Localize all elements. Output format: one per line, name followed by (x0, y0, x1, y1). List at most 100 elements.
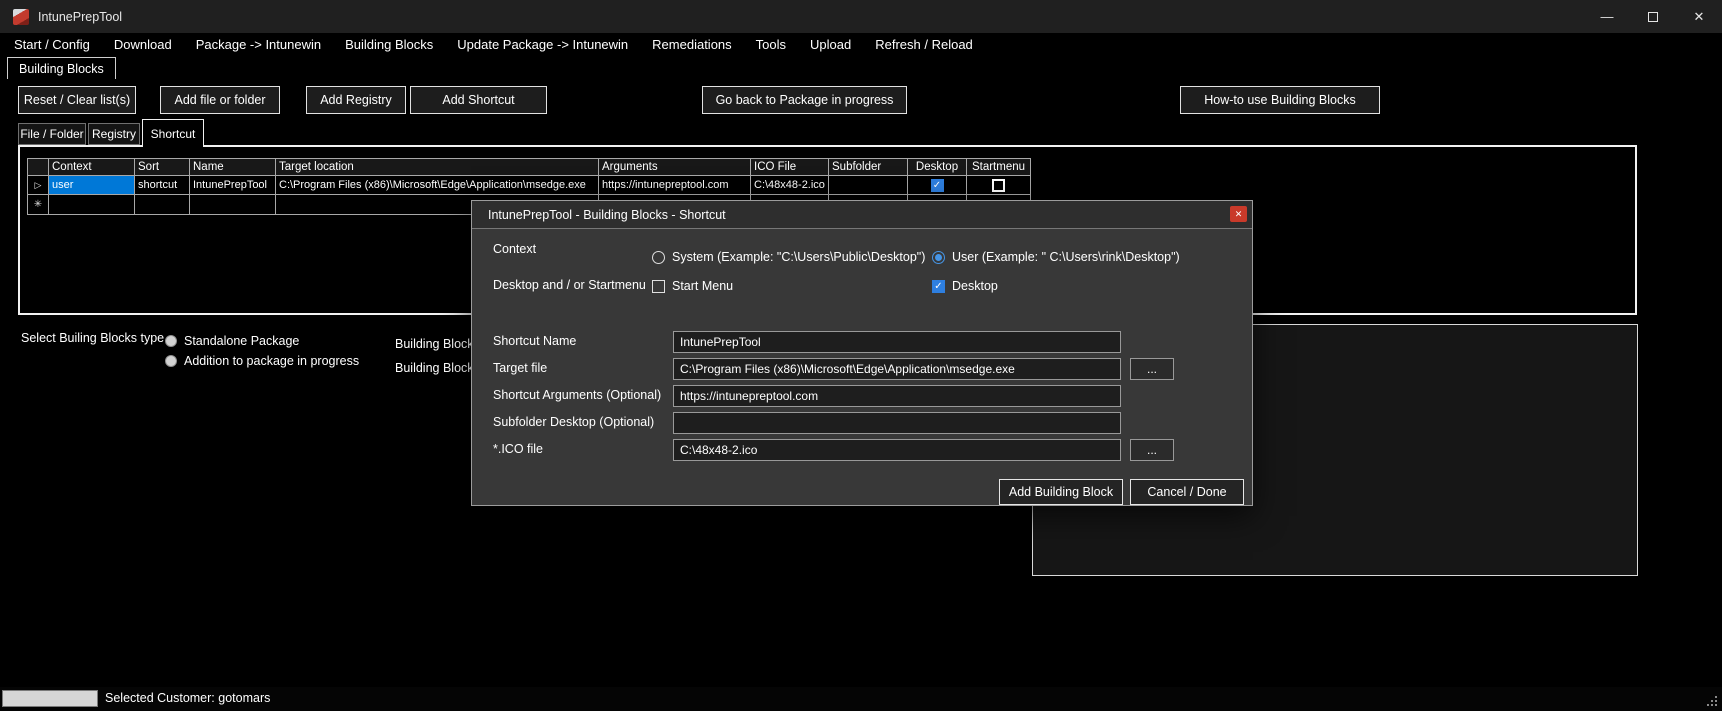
dialog-close-icon: ✕ (1234, 208, 1243, 219)
menu-upload[interactable]: Upload (798, 33, 863, 57)
row-header[interactable]: ▷ (27, 176, 49, 195)
app-window: IntunePrepTool — ✕ Start / Config Downlo… (0, 0, 1722, 711)
subtab-registry[interactable]: Registry (88, 123, 140, 145)
column-header-sort[interactable]: Sort (135, 158, 190, 176)
system-context-option[interactable]: System (Example: "C:\Users\Public\Deskto… (652, 250, 925, 264)
current-row-arrow-icon: ▷ (34, 179, 42, 190)
cell-target-location[interactable]: C:\Program Files (x86)\Microsoft\Edge\Ap… (276, 176, 599, 195)
window-controls: — ✕ (1584, 0, 1722, 33)
standalone-package-radio[interactable] (165, 335, 177, 347)
addition-to-package-label: Addition to package in progress (184, 354, 360, 368)
window-title: IntunePrepTool (38, 9, 123, 24)
selected-customer-status: Selected Customer: gotomars (105, 691, 271, 705)
grid-header-row: Context Sort Name Target location Argume… (27, 158, 1031, 176)
shortcut-arguments-label: Shortcut Arguments (Optional) (493, 388, 662, 402)
desktop-dialog-checkbox[interactable] (932, 279, 945, 293)
close-button[interactable]: ✕ (1676, 0, 1722, 33)
desktop-checkbox[interactable] (930, 178, 944, 192)
shortcut-name-field[interactable] (673, 331, 1121, 353)
shortcut-dialog: IntunePrepTool - Building Blocks - Short… (471, 200, 1253, 506)
startmenu-option[interactable]: Start Menu (652, 279, 733, 293)
menu-tools[interactable]: Tools (744, 33, 798, 57)
ico-file-field[interactable] (673, 439, 1121, 461)
subtab-shortcut[interactable]: Shortcut (142, 119, 204, 147)
column-header-arguments[interactable]: Arguments (599, 158, 751, 176)
menu-refresh-reload[interactable]: Refresh / Reload (863, 33, 985, 57)
column-header-target-location[interactable]: Target location (276, 158, 599, 176)
menu-start-config[interactable]: Start / Config (2, 33, 102, 57)
minimize-icon: — (1600, 9, 1614, 24)
cell-name[interactable]: IntunePrepTool (190, 176, 276, 195)
cell-sort-empty[interactable] (135, 195, 190, 215)
cell-name-empty[interactable] (190, 195, 276, 215)
menu-building-blocks[interactable]: Building Blocks (333, 33, 445, 57)
cell-context-empty[interactable] (49, 195, 135, 215)
add-registry-button[interactable]: Add Registry (306, 86, 406, 114)
menu-update-package-intunewin[interactable]: Update Package -> Intunewin (445, 33, 640, 57)
new-row-icon: ✳ (33, 199, 43, 210)
menu-download[interactable]: Download (102, 33, 184, 57)
maximize-button[interactable] (1630, 0, 1676, 33)
shortcut-name-label: Shortcut Name (493, 334, 577, 348)
target-file-browse-button[interactable]: ... (1130, 358, 1174, 380)
desktop-option[interactable]: Desktop (932, 279, 998, 293)
subtab-file-folder[interactable]: File / Folder (18, 123, 86, 145)
go-back-to-package-button[interactable]: Go back to Package in progress (702, 86, 907, 114)
context-label: Context (493, 242, 537, 256)
column-header-name[interactable]: Name (190, 158, 276, 176)
resize-grip-icon[interactable] (1715, 704, 1717, 706)
new-row-header[interactable]: ✳ (27, 195, 49, 215)
progress-bar (2, 690, 98, 707)
user-radio[interactable] (932, 250, 945, 264)
tab-building-blocks[interactable]: Building Blocks (7, 57, 116, 79)
desktop-startmenu-label: Desktop and / or Startmenu (493, 278, 646, 292)
building-block-partial-label-2: Building Block (395, 361, 474, 375)
subfolder-desktop-label: Subfolder Desktop (Optional) (493, 415, 655, 429)
cell-context[interactable]: user (49, 176, 135, 195)
dialog-title: IntunePrepTool - Building Blocks - Short… (488, 207, 726, 222)
cell-arguments[interactable]: https://intunepreptool.com (599, 176, 751, 195)
minimize-button[interactable]: — (1584, 0, 1630, 33)
add-shortcut-button[interactable]: Add Shortcut (410, 86, 547, 114)
ico-file-browse-button[interactable]: ... (1130, 439, 1174, 461)
maximize-icon (1648, 11, 1658, 22)
close-icon: ✕ (1693, 8, 1705, 24)
reset-clear-lists-button[interactable]: Reset / Clear list(s) (18, 86, 136, 114)
target-file-field[interactable] (673, 358, 1121, 380)
titlebar: IntunePrepTool — ✕ (0, 0, 1722, 33)
startmenu-checkbox-label: Start Menu (672, 279, 734, 293)
user-radio-label: User (Example: " C:\Users\rink\Desktop") (952, 250, 1180, 264)
standalone-package-label: Standalone Package (184, 334, 300, 348)
column-header-subfolder[interactable]: Subfolder (829, 158, 908, 176)
cell-desktop (908, 176, 967, 195)
cell-sort[interactable]: shortcut (135, 176, 190, 195)
column-header-ico-file[interactable]: ICO File (751, 158, 829, 176)
startmenu-dialog-checkbox[interactable] (652, 279, 665, 293)
cell-startmenu (967, 176, 1031, 195)
shortcut-arguments-field[interactable] (673, 385, 1121, 407)
system-radio[interactable] (652, 250, 665, 264)
add-building-block-button[interactable]: Add Building Block (999, 479, 1123, 505)
column-header-startmenu[interactable]: Startmenu (967, 158, 1031, 176)
statusbar: Selected Customer: gotomars (0, 687, 1722, 711)
menu-package-intunewin[interactable]: Package -> Intunewin (184, 33, 333, 57)
dialog-close-button[interactable]: ✕ (1230, 206, 1247, 222)
cancel-done-button[interactable]: Cancel / Done (1130, 479, 1244, 505)
subfolder-desktop-field[interactable] (673, 412, 1121, 434)
add-file-or-folder-button[interactable]: Add file or folder (160, 86, 280, 114)
building-block-partial-label-1: Building Block (395, 337, 474, 351)
howto-building-blocks-button[interactable]: How-to use Building Blocks (1180, 86, 1380, 114)
select-blocks-type-label: Select Builing Blocks type (21, 331, 165, 345)
table-row: ▷ user shortcut IntunePrepTool C:\Progra… (27, 176, 1031, 195)
menubar: Start / Config Download Package -> Intun… (0, 33, 1722, 57)
user-context-option[interactable]: User (Example: " C:\Users\rink\Desktop") (932, 250, 1180, 264)
cell-subfolder[interactable] (829, 176, 908, 195)
menu-remediations[interactable]: Remediations (640, 33, 744, 57)
cell-ico-file[interactable]: C:\48x48-2.ico (751, 176, 829, 195)
addition-to-package-radio[interactable] (165, 355, 177, 367)
target-file-label: Target file (493, 361, 548, 375)
column-header-context[interactable]: Context (49, 158, 135, 176)
ico-file-label: *.ICO file (493, 442, 544, 456)
column-header-desktop[interactable]: Desktop (908, 158, 967, 176)
startmenu-checkbox[interactable] (992, 178, 1005, 192)
